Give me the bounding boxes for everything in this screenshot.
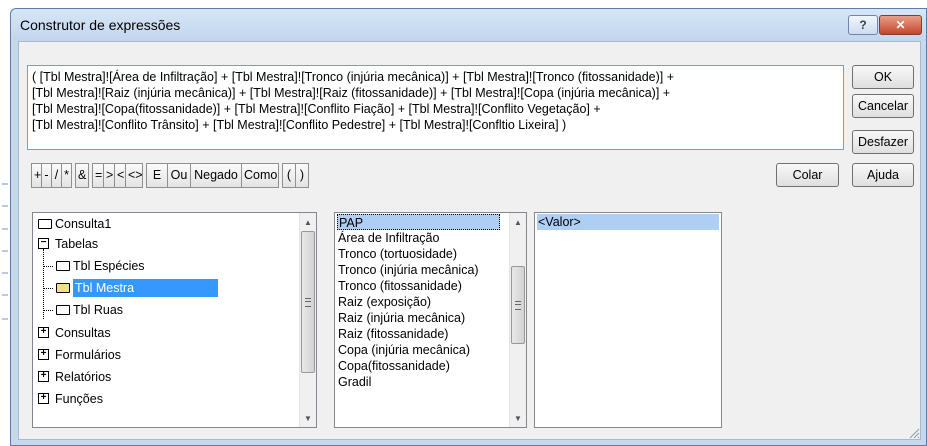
list-item[interactable]: Tronco (tortuosidade) <box>337 246 457 262</box>
dialog-body: ( [Tbl Mestra]![Área de Infiltração] + [… <box>18 41 921 440</box>
list-item[interactable]: Copa (injúria mecânica) <box>337 342 470 358</box>
tree-item-consultas[interactable]: + Consultas <box>37 324 111 342</box>
expand-icon[interactable]: + <box>38 393 49 404</box>
background-window-edge <box>0 0 10 446</box>
list-item[interactable]: Gradil <box>337 374 371 390</box>
list-item[interactable]: <Valor> <box>537 214 719 230</box>
op-close-paren-button[interactable]: ) <box>295 163 309 188</box>
help-button[interactable]: Ajuda <box>852 163 914 187</box>
tree-item-funcoes[interactable]: + Funções <box>37 390 103 408</box>
op-and-button[interactable]: E <box>146 163 168 188</box>
field-scrollbar[interactable]: ▲ ▼ <box>509 213 526 427</box>
expand-icon[interactable]: + <box>38 327 49 338</box>
undo-button[interactable]: Desfazer <box>852 130 914 154</box>
folder-icon <box>56 305 70 315</box>
field-list[interactable]: PAP Área de Infiltração Tronco (tortuosi… <box>334 212 527 428</box>
collapse-icon[interactable]: − <box>38 238 49 249</box>
expression-builder-dialog: Construtor de expressões ? ✕ ( [Tbl Mest… <box>10 8 927 446</box>
scroll-up-icon[interactable]: ▲ <box>304 218 312 227</box>
list-item[interactable]: Raiz (fitossanidade) <box>337 326 448 342</box>
tree-item-tabelas[interactable]: − Tabelas <box>37 235 98 253</box>
open-folder-icon <box>56 283 70 293</box>
list-item[interactable]: Área de Infiltração <box>337 230 439 246</box>
object-tree-list[interactable]: Consulta1 − Tabelas Tbl Espécies Tbl Mes… <box>32 212 317 428</box>
value-list[interactable]: <Valor> <box>534 212 722 428</box>
list-item[interactable]: PAP <box>337 214 500 230</box>
scrollbar-thumb[interactable] <box>301 231 315 373</box>
expression-textbox[interactable]: ( [Tbl Mestra]![Área de Infiltração] + [… <box>27 65 844 150</box>
expand-icon[interactable]: + <box>38 371 49 382</box>
op-like-button[interactable]: Como <box>241 163 279 188</box>
folder-icon <box>56 261 70 271</box>
scroll-down-icon[interactable]: ▼ <box>304 414 312 423</box>
resize-grip-icon[interactable] <box>908 427 920 439</box>
title-help-button[interactable]: ? <box>848 15 878 35</box>
tree-item-consulta1[interactable]: Consulta1 <box>37 215 111 233</box>
close-button[interactable]: ✕ <box>879 15 922 35</box>
tree-item-tbl-mestra[interactable]: Tbl Mestra <box>55 279 219 297</box>
paste-button[interactable]: Colar <box>776 163 839 187</box>
tree-item-tbl-especies[interactable]: Tbl Espécies <box>55 257 145 275</box>
list-item[interactable]: Copa(fitossanidade) <box>337 358 450 374</box>
tree-item-relatorios[interactable]: + Relatórios <box>37 368 111 386</box>
op-concat-button[interactable]: & <box>75 163 89 188</box>
list-item[interactable]: Tronco (injúria mecânica) <box>337 262 479 278</box>
tree-item-formularios[interactable]: + Formulários <box>37 346 121 364</box>
operator-bar: + - / * & = > < <> E Ou Negado Como ( ) <box>31 163 309 188</box>
op-notequal-button[interactable]: <> <box>125 163 143 188</box>
scroll-up-icon[interactable]: ▲ <box>514 218 522 227</box>
title-bar[interactable]: Construtor de expressões ? ✕ <box>11 9 926 41</box>
list-item[interactable]: Raiz (exposição) <box>337 294 431 310</box>
folder-icon <box>38 219 52 229</box>
scroll-down-icon[interactable]: ▼ <box>514 414 522 423</box>
cancel-button[interactable]: Cancelar <box>852 94 914 118</box>
list-item[interactable]: Tronco (fitossanidade) <box>337 278 462 294</box>
expand-icon[interactable]: + <box>38 349 49 360</box>
op-or-button[interactable]: Ou <box>167 163 191 188</box>
scrollbar-thumb[interactable] <box>511 266 525 344</box>
tree-item-tbl-ruas[interactable]: Tbl Ruas <box>55 301 123 319</box>
op-not-button[interactable]: Negado <box>190 163 242 188</box>
ok-button[interactable]: OK <box>852 65 914 89</box>
dialog-title: Construtor de expressões <box>20 17 181 33</box>
list-item[interactable]: Raiz (injúria mecânica) <box>337 310 465 326</box>
op-open-paren-button[interactable]: ( <box>282 163 296 188</box>
tree-scrollbar[interactable]: ▲ ▼ <box>299 213 316 427</box>
